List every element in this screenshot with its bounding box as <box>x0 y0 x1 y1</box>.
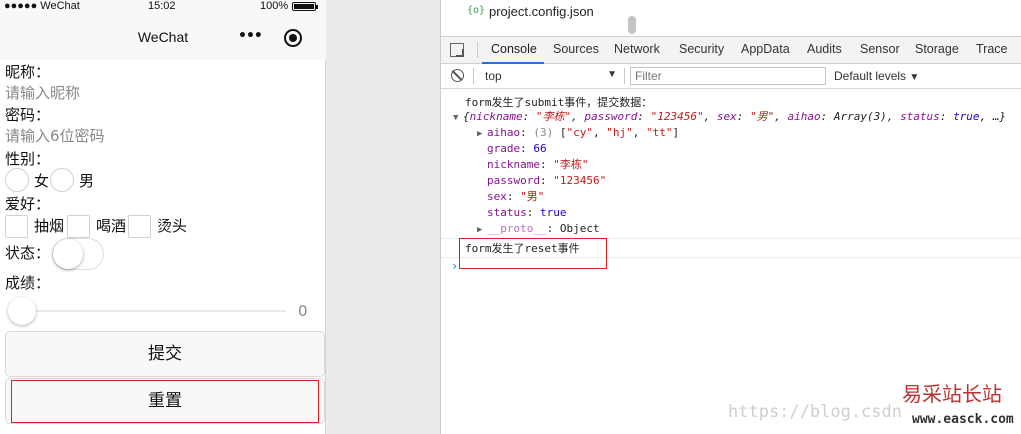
context-select[interactable]: top ▼ <box>481 69 617 85</box>
grade-slider-value: 0 <box>298 302 308 320</box>
checkbox-drink[interactable] <box>67 215 90 238</box>
grade-slider-track[interactable] <box>22 310 286 312</box>
collapse-arrow-icon[interactable]: ▼ <box>453 110 463 126</box>
tab-sensor[interactable]: Sensor <box>860 42 900 56</box>
battery-icon <box>292 2 318 11</box>
json-file-icon: {o} <box>467 5 486 16</box>
signal-carrier: ●●●●● WeChat <box>4 0 80 12</box>
prop-status: status: true <box>487 206 567 219</box>
radio-male-label: 男 <box>79 172 95 190</box>
password-input[interactable]: 请输入6位密码 <box>5 126 105 146</box>
devtools-panel: {o} project.config.json Console Sources … <box>441 0 1021 434</box>
prop-password: password: "123456" <box>487 174 607 187</box>
battery-percent: 100% <box>260 0 289 12</box>
checkbox-smoke-label: 抽烟 <box>34 217 65 235</box>
tab-console[interactable]: Console <box>491 42 537 56</box>
battery-level <box>294 4 314 9</box>
toolbar-separator <box>473 68 474 84</box>
tab-sources[interactable]: Sources <box>553 42 599 56</box>
status-label: 状态： <box>5 244 51 262</box>
hobby-label: 爱好： <box>5 195 51 213</box>
tab-separator <box>477 42 478 58</box>
target-icon[interactable] <box>284 29 302 47</box>
prop-proto[interactable]: ▶ __proto__: Object <box>477 221 600 238</box>
radio-female-label: 女 <box>34 172 50 190</box>
more-icon[interactable]: ••• <box>238 28 263 44</box>
watermark-url: https://blog.csdn <box>728 402 902 422</box>
clear-console-icon[interactable] <box>451 69 464 82</box>
tab-storage[interactable]: Storage <box>915 42 959 56</box>
phone-simulator: ●●●●● WeChat 15:02 100% WeChat ••• 昵称： 请… <box>0 0 326 434</box>
context-value: top <box>485 69 502 83</box>
nav-bar: WeChat ••• <box>0 14 326 60</box>
prop-grade: grade: 66 <box>487 142 547 155</box>
nickname-label: 昵称： <box>5 63 51 81</box>
expand-arrow-icon[interactable]: ▶ <box>477 222 487 238</box>
tab-network[interactable]: Network <box>614 42 660 56</box>
levels-arrow-icon: ▼ <box>909 72 920 83</box>
file-scrollbar[interactable] <box>628 16 636 34</box>
console-prompt[interactable]: › <box>451 258 458 274</box>
watermark-site: www.easck.com <box>912 412 1014 427</box>
log-object-summary[interactable]: ▼ {nickname: "李栋", password: "123456", se… <box>453 109 1006 126</box>
grade-label: 成绩： <box>5 274 51 292</box>
filter-input[interactable] <box>630 67 826 85</box>
switch-knob <box>53 239 83 269</box>
file-project-config[interactable]: project.config.json <box>489 4 594 19</box>
radio-female[interactable] <box>5 168 29 192</box>
editor-file-strip: {o} project.config.json <box>441 0 1021 36</box>
checkbox-drink-label: 喝酒 <box>96 217 127 235</box>
checkbox-perm-label: 烫头 <box>157 217 188 235</box>
radio-male[interactable] <box>50 168 74 192</box>
tab-appdata[interactable]: AppData <box>741 42 790 56</box>
nickname-input[interactable]: 请输入昵称 <box>5 83 80 103</box>
nav-title: WeChat <box>137 29 189 45</box>
tab-trace[interactable]: Trace <box>976 42 1008 56</box>
status-switch[interactable] <box>52 238 104 270</box>
dropdown-arrow-icon: ▼ <box>607 69 617 80</box>
tab-audits[interactable]: Audits <box>807 42 842 56</box>
grade-slider-thumb[interactable] <box>8 297 36 325</box>
inspect-icon[interactable] <box>450 43 464 57</box>
reset-highlight-box <box>11 380 319 423</box>
levels-label: Default levels <box>834 69 907 83</box>
reset-log-highlight-box <box>459 238 607 269</box>
password-label: 密码： <box>5 106 51 124</box>
levels-dropdown[interactable]: Default levels ▼ <box>834 69 919 83</box>
prop-sex: sex: "男" <box>487 190 545 203</box>
toolbar-separator <box>624 68 625 84</box>
devtools-tab-bar: Console Sources Network Security AppData… <box>441 36 1021 64</box>
prop-aihao[interactable]: ▶ aihao: (3) ["cy", "hj", "tt"] <box>477 125 679 142</box>
watermark-logo: 易采站长站 <box>902 382 1002 406</box>
gender-label: 性别： <box>5 150 51 168</box>
status-bar: ●●●●● WeChat 15:02 100% <box>0 0 326 14</box>
checkbox-perm[interactable] <box>128 215 151 238</box>
submit-button[interactable]: 提交 <box>5 331 325 377</box>
checkbox-smoke[interactable] <box>5 215 28 238</box>
screen: ●●●●● WeChat 15:02 100% WeChat ••• 昵称： 请… <box>0 0 1021 434</box>
tab-security[interactable]: Security <box>679 42 724 56</box>
console-toolbar: top ▼ Default levels ▼ <box>441 64 1021 89</box>
status-time: 15:02 <box>148 0 176 12</box>
prop-nickname: nickname: "李栋" <box>487 158 589 171</box>
expand-arrow-icon[interactable]: ▶ <box>477 126 487 142</box>
